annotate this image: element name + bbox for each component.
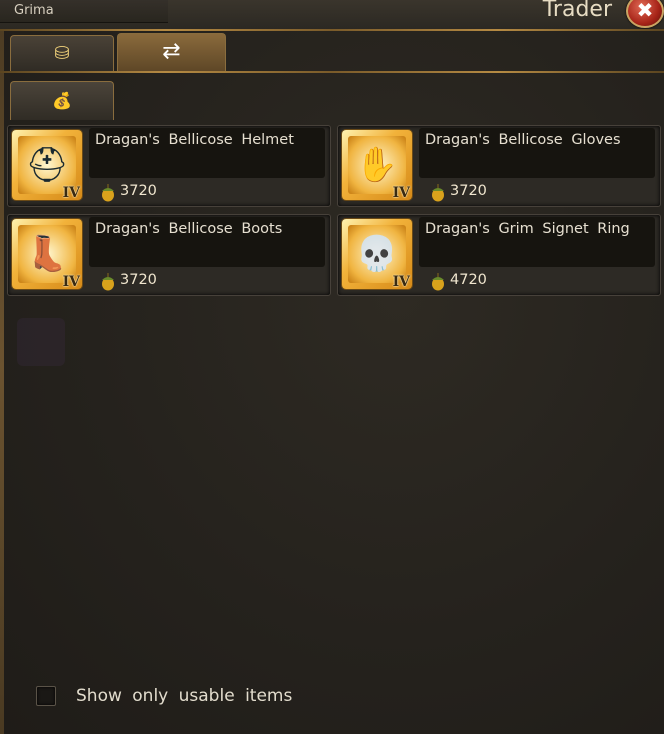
tier-badge: IV — [392, 185, 410, 201]
item-name-box: Dragan's Bellicose Helmet — [89, 128, 325, 178]
acorn-icon — [432, 184, 444, 202]
title-bar: Grima Trader — [0, 0, 664, 30]
shop-item-boots[interactable]: 👢 IV Dragan's Bellicose Boots 3720 — [7, 214, 331, 296]
exchange-arrows-icon: ⇄ — [162, 39, 181, 64]
item-list: ⛑ IV Dragan's Bellicose Helmet 3720 ✋ IV… — [4, 118, 664, 734]
tab-sell[interactable]: ⛁ — [10, 35, 114, 72]
window-title: Trader — [542, 0, 612, 22]
acorn-icon — [102, 273, 114, 291]
shop-item-ring[interactable]: 💀 IV Dragan's Grim Signet Ring 4720 — [337, 214, 661, 296]
owner-name: Grima — [14, 3, 54, 18]
item-name-box: Dragan's Bellicose Boots — [89, 217, 325, 267]
item-name: Dragan's Grim Signet Ring — [425, 221, 630, 237]
owner-tab: Grima — [0, 0, 168, 23]
tabs-divider — [0, 71, 664, 73]
money-bag-icon: 💰 — [52, 91, 72, 110]
trader-window: Grima Trader ✖ ⛁ ⇄ 💰 ⛑ IV Dragan's Belli… — [0, 0, 664, 734]
coins-icon: ⛁ — [54, 43, 70, 64]
header-divider — [0, 29, 664, 31]
item-icon-frame: ✋ IV — [342, 130, 412, 201]
price-value: 3720 — [450, 183, 487, 199]
acorn-icon — [102, 184, 114, 202]
usable-items-checkbox[interactable] — [36, 686, 56, 706]
usable-items-label[interactable]: Show only usable items — [76, 686, 292, 706]
item-name-box: Dragan's Bellicose Gloves — [419, 128, 655, 178]
item-name-box: Dragan's Grim Signet Ring — [419, 217, 655, 267]
tab-trade[interactable]: ⇄ — [117, 33, 226, 72]
crown-icon — [17, 318, 65, 366]
item-icon-frame: 💀 IV — [342, 219, 412, 290]
item-name: Dragan's Bellicose Helmet — [95, 132, 294, 148]
acorn-icon — [432, 273, 444, 291]
tier-badge: IV — [392, 274, 410, 290]
tier-badge: IV — [62, 274, 80, 290]
item-name: Dragan's Bellicose Boots — [95, 221, 283, 237]
item-icon-frame: ⛑ IV — [12, 130, 82, 201]
price-value: 4720 — [450, 272, 487, 288]
close-icon: ✖ — [636, 0, 654, 22]
shop-item-gloves[interactable]: ✋ IV Dragan's Bellicose Gloves 3720 — [337, 125, 661, 207]
item-icon-frame: 👢 IV — [12, 219, 82, 290]
tier-badge: IV — [62, 185, 80, 201]
price-value: 3720 — [120, 183, 157, 199]
subtab-goods[interactable]: 💰 — [10, 81, 114, 120]
shop-item-helmet[interactable]: ⛑ IV Dragan's Bellicose Helmet 3720 — [7, 125, 331, 207]
item-name: Dragan's Bellicose Gloves — [425, 132, 621, 148]
price-value: 3720 — [120, 272, 157, 288]
